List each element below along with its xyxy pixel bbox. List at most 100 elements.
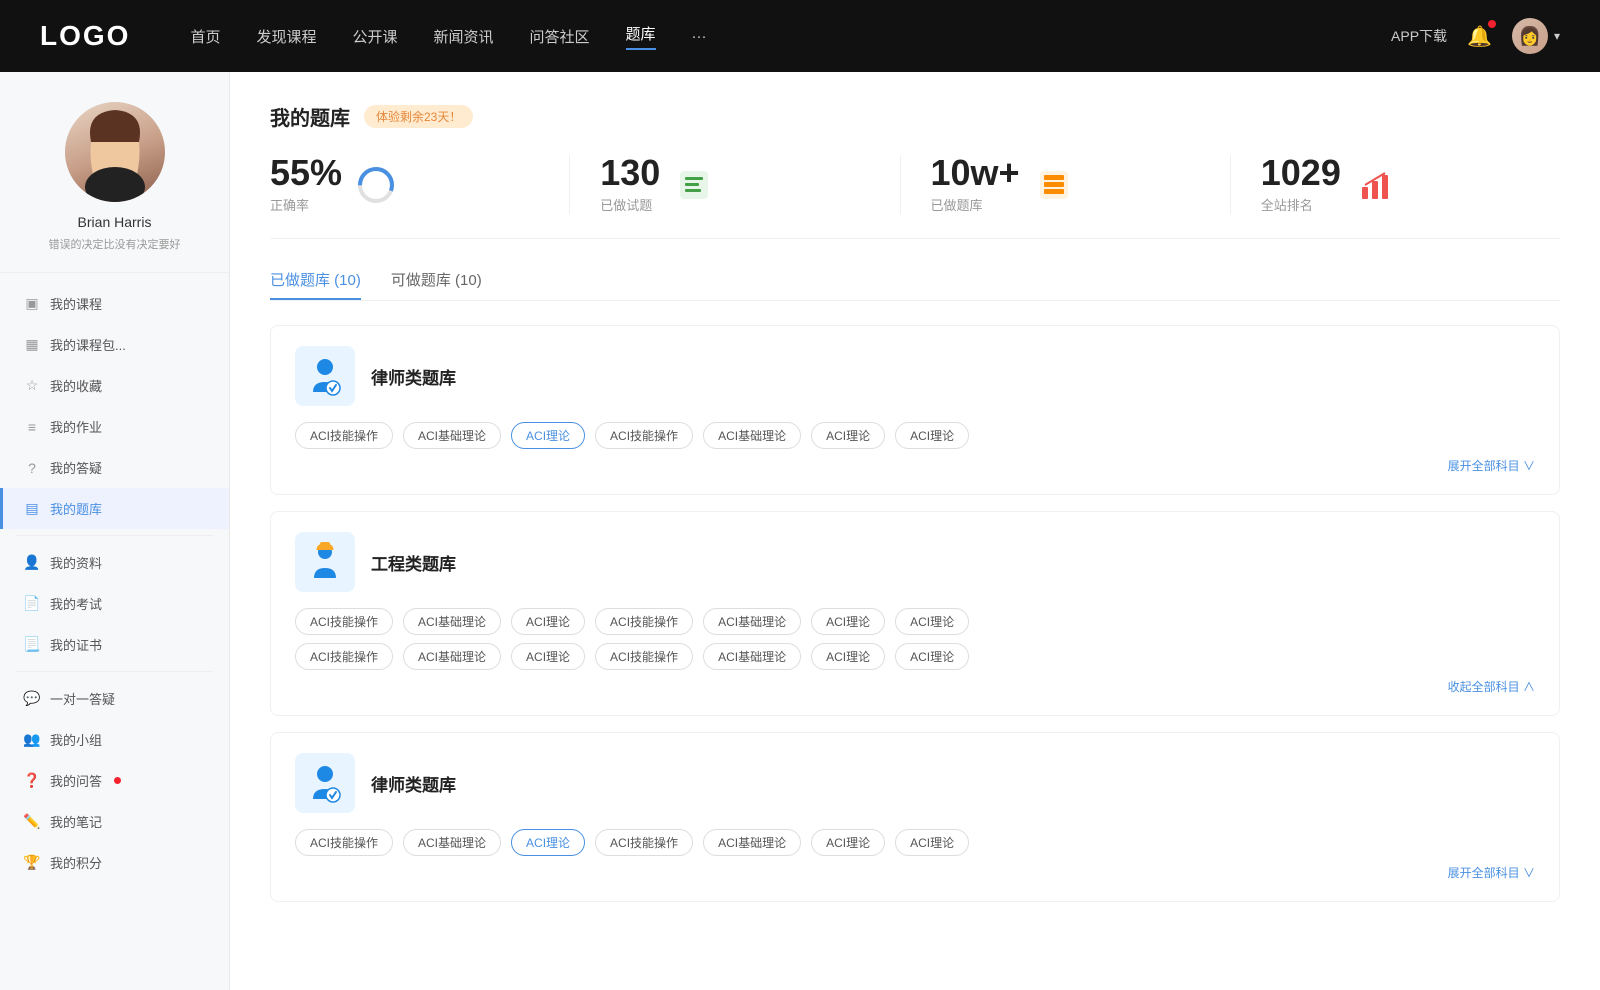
done-banks-icon	[1034, 165, 1074, 205]
questions-icon: ❓	[24, 773, 40, 789]
chevron-down-icon: ▾	[1554, 29, 1560, 43]
course-pack-icon: ▦	[24, 337, 40, 353]
tag[interactable]: ACI技能操作	[595, 829, 693, 856]
tag[interactable]: ACI理论	[811, 643, 885, 670]
notification-badge	[1488, 20, 1496, 28]
sidebar-item-my-course[interactable]: ▣ 我的课程	[0, 283, 229, 324]
tag[interactable]: ACI基础理论	[703, 829, 801, 856]
profile-avatar	[65, 102, 165, 202]
sidebar-label: 我的问答	[50, 771, 102, 790]
tag[interactable]: ACI基础理论	[403, 422, 501, 449]
sidebar-label: 我的证书	[50, 635, 102, 654]
done-questions-icon	[674, 165, 714, 205]
sidebar-label: 我的笔记	[50, 812, 102, 831]
tag[interactable]: ACI理论	[895, 608, 969, 635]
notification-bell[interactable]: 🔔	[1467, 24, 1492, 49]
sidebar-item-my-group[interactable]: 👥 我的小组	[0, 719, 229, 760]
tag[interactable]: ACI理论	[511, 608, 585, 635]
tag[interactable]: ACI技能操作	[595, 422, 693, 449]
sidebar-item-my-course-pack[interactable]: ▦ 我的课程包...	[0, 324, 229, 365]
stat-site-rank-label: 全站排名	[1261, 195, 1341, 214]
tab-available-banks[interactable]: 可做题库 (10)	[391, 269, 482, 300]
sidebar-label: 我的小组	[50, 730, 102, 749]
page-title-row: 我的题库 体验剩余23天！	[270, 102, 1560, 131]
nav-discover[interactable]: 发现课程	[256, 26, 316, 47]
stat-done-banks-number: 10w+	[931, 155, 1020, 191]
nav-question-bank[interactable]: 题库	[626, 23, 656, 50]
sidebar-item-my-profile[interactable]: 👤 我的资料	[0, 542, 229, 583]
stat-site-rank-number: 1029	[1261, 155, 1341, 191]
sidebar-divider	[16, 535, 213, 536]
bank-card-header-2: 工程类题库	[295, 532, 1535, 592]
app-download-button[interactable]: APP下载	[1391, 26, 1447, 46]
main-nav: 首页 发现课程 公开课 新闻资讯 问答社区 题库 ···	[190, 23, 1391, 50]
tag-active[interactable]: ACI理论	[511, 422, 585, 449]
sidebar-item-my-notes[interactable]: ✏️ 我的笔记	[0, 801, 229, 842]
profile-motto: 错误的决定比没有决定要好	[49, 236, 181, 252]
sidebar-item-my-homework[interactable]: ≡ 我的作业	[0, 406, 229, 447]
lawyer-bank-icon-1	[295, 346, 355, 406]
tag[interactable]: ACI基础理论	[703, 422, 801, 449]
user-avatar-wrapper[interactable]: 👩 ▾	[1512, 18, 1560, 54]
tab-done-banks[interactable]: 已做题库 (10)	[270, 269, 361, 300]
tag[interactable]: ACI技能操作	[595, 608, 693, 635]
lawyer-bank-icon-2	[295, 753, 355, 813]
sidebar-item-my-qa[interactable]: ? 我的答疑	[0, 447, 229, 488]
expand-link-3[interactable]: 展开全部科目 ∨	[295, 864, 1535, 881]
main-layout: Brian Harris 错误的决定比没有决定要好 ▣ 我的课程 ▦ 我的课程包…	[0, 72, 1600, 990]
stat-done-banks: 10w+ 已做题库	[931, 155, 1231, 214]
avatar: 👩	[1512, 18, 1548, 54]
sidebar-label: 我的资料	[50, 553, 102, 572]
tag[interactable]: ACI理论	[511, 643, 585, 670]
bank-card-header-3: 律师类题库	[295, 753, 1535, 813]
tag[interactable]: ACI理论	[811, 608, 885, 635]
tag[interactable]: ACI理论	[811, 829, 885, 856]
tag[interactable]: ACI技能操作	[295, 608, 393, 635]
tag[interactable]: ACI理论	[895, 829, 969, 856]
tag[interactable]: ACI基础理论	[403, 829, 501, 856]
tag[interactable]: ACI基础理论	[703, 643, 801, 670]
sidebar-item-my-cert[interactable]: 📃 我的证书	[0, 624, 229, 665]
nav-news[interactable]: 新闻资讯	[434, 26, 494, 47]
tag[interactable]: ACI理论	[895, 422, 969, 449]
sidebar-label: 我的课程包...	[50, 335, 126, 354]
sidebar-item-my-bank[interactable]: ▤ 我的题库	[0, 488, 229, 529]
sidebar-label: 我的收藏	[50, 376, 102, 395]
tag[interactable]: ACI技能操作	[295, 829, 393, 856]
sidebar-label: 我的作业	[50, 417, 102, 436]
tag[interactable]: ACI基础理论	[403, 608, 501, 635]
tag[interactable]: ACI基础理论	[403, 643, 501, 670]
main-header: LOGO 首页 发现课程 公开课 新闻资讯 问答社区 题库 ··· APP下载 …	[0, 0, 1600, 72]
tag-active[interactable]: ACI理论	[511, 829, 585, 856]
accuracy-pie-icon	[356, 165, 396, 205]
stat-done-questions-number: 130	[600, 155, 660, 191]
tag[interactable]: ACI技能操作	[295, 643, 393, 670]
collapse-link-2[interactable]: 收起全部科目 ∧	[295, 678, 1535, 695]
nav-home[interactable]: 首页	[190, 26, 220, 47]
tag[interactable]: ACI理论	[811, 422, 885, 449]
tag[interactable]: ACI技能操作	[595, 643, 693, 670]
stat-done-questions: 130 已做试题	[600, 155, 900, 214]
stat-done-banks-text: 10w+ 已做题库	[931, 155, 1020, 214]
stat-done-questions-text: 130 已做试题	[600, 155, 660, 214]
content-area: 我的题库 体验剩余23天！ 55% 正确率	[230, 72, 1600, 990]
nav-open-course[interactable]: 公开课	[352, 26, 397, 47]
star-icon: ☆	[24, 378, 40, 394]
sidebar-item-one-on-one[interactable]: 💬 一对一答疑	[0, 678, 229, 719]
sidebar-item-my-points[interactable]: 🏆 我的积分	[0, 842, 229, 883]
qa-icon: ?	[24, 460, 40, 476]
tag[interactable]: ACI技能操作	[295, 422, 393, 449]
group-icon: 👥	[24, 732, 40, 748]
page-title: 我的题库	[270, 102, 350, 131]
nav-qa[interactable]: 问答社区	[530, 26, 590, 47]
tag[interactable]: ACI基础理论	[703, 608, 801, 635]
sidebar-item-my-exam[interactable]: 📄 我的考试	[0, 583, 229, 624]
stat-accuracy-number: 55%	[270, 155, 342, 191]
expand-link-1[interactable]: 展开全部科目 ∨	[295, 457, 1535, 474]
sidebar-item-my-questions[interactable]: ❓ 我的问答	[0, 760, 229, 801]
sidebar-item-my-favorites[interactable]: ☆ 我的收藏	[0, 365, 229, 406]
tag[interactable]: ACI理论	[895, 643, 969, 670]
bank-icon: ▤	[24, 501, 40, 517]
nav-more[interactable]: ···	[692, 28, 707, 45]
bank-card-lawyer-2: 律师类题库 ACI技能操作 ACI基础理论 ACI理论 ACI技能操作 ACI基…	[270, 732, 1560, 902]
